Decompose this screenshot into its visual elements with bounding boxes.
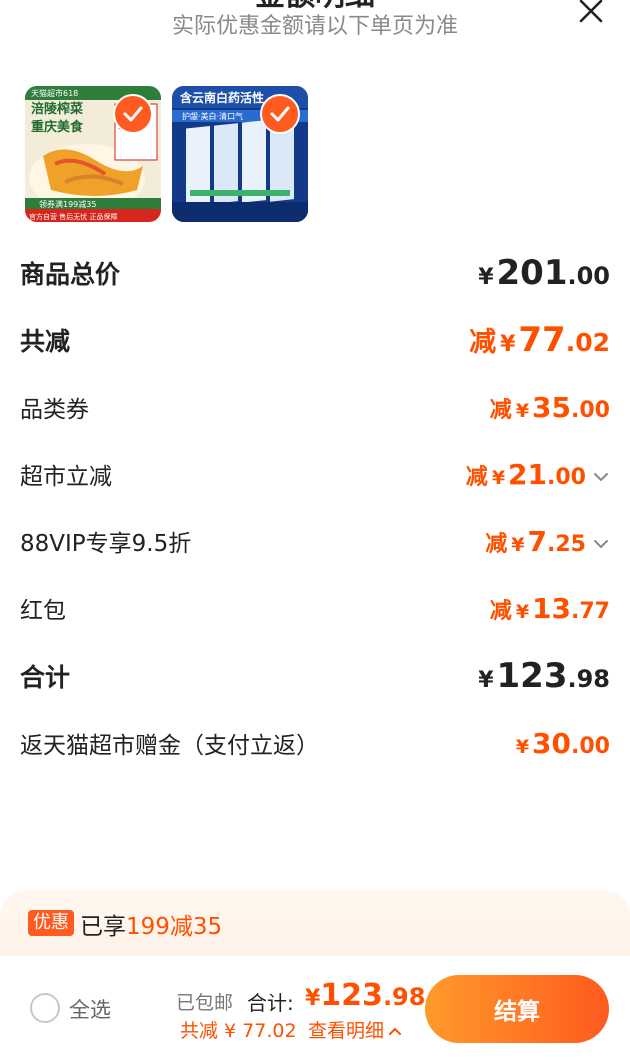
check-icon xyxy=(113,94,153,134)
pickle-title-2: 重庆美食 xyxy=(31,119,84,135)
currency-symbol: ¥ xyxy=(515,600,530,623)
total-reduce-label: 共减 xyxy=(20,327,71,356)
promo-highlight: 199减35 xyxy=(126,914,223,940)
reduce-prefix: 减 xyxy=(489,397,512,423)
amount-integer: 35 xyxy=(532,390,572,424)
amount-decimal: .25 xyxy=(547,531,586,557)
amount-decimal: .00 xyxy=(567,262,610,290)
goods-total-amount: ¥ 201 .00 xyxy=(478,253,610,293)
promo-tag: 优惠 xyxy=(28,910,74,936)
select-all-label[interactable]: 全选 xyxy=(69,994,111,1024)
amount-integer: 123 xyxy=(496,656,568,696)
reduce-prefix: 减 xyxy=(469,327,497,358)
currency-symbol: ¥ xyxy=(511,533,525,556)
row-market-instant[interactable]: 超市立减 减 ¥ 21 .00 xyxy=(20,454,610,494)
promo-text: 已享199减35 xyxy=(80,907,222,941)
product-thumb-pickle[interactable]: 天猫超市618 涪陵榨菜 重庆美食 涪陵 领券满199减35 官方自营 售后无忧… xyxy=(25,86,161,222)
currency-symbol: ¥ xyxy=(500,332,516,357)
currency-symbol: ¥ xyxy=(515,735,530,758)
red-packet-label: 红包 xyxy=(20,598,66,624)
total-reduce-amount: 减 ¥ 77 .02 xyxy=(469,320,610,360)
page-subtitle: 实际优惠金额请以下单页为准 xyxy=(171,14,458,39)
amount-decimal: .00 xyxy=(547,464,586,490)
row-category-coupon: 品类券 减 ¥ 35 .00 xyxy=(20,387,610,427)
cashback-amount: ¥ 30 .00 xyxy=(516,727,610,760)
currency-symbol: ¥ xyxy=(515,399,530,422)
pickle-coupon-text: 领券满199减35 xyxy=(39,199,96,209)
amount-decimal: .00 xyxy=(571,397,610,423)
row-total-reduce: 共减 减 ¥ 77 .02 xyxy=(20,320,610,360)
amount-integer: 13 xyxy=(532,591,572,625)
amount-decimal: .00 xyxy=(571,733,610,759)
reduce-prefix: 减 xyxy=(489,598,512,624)
chevron-up-icon xyxy=(389,1027,402,1035)
pickle-footer-text: 官方自营 售后无忧 正品保障 xyxy=(29,212,117,221)
amount-decimal: .77 xyxy=(571,598,610,624)
row-goods-total: 商品总价 ¥ 201 .00 xyxy=(20,253,610,293)
row-cashback: 返天猫超市赠金（支付立返） ¥ 30 .00 xyxy=(20,723,610,763)
amount-decimal: .98 xyxy=(382,983,426,1011)
vip-discount-amount: 减 ¥ 7 .25 xyxy=(485,525,610,558)
goods-total-label: 商品总价 xyxy=(20,260,121,289)
market-instant-label: 超市立减 xyxy=(20,464,112,490)
total-amount: ¥123.98 xyxy=(305,978,425,1013)
row-vip-discount[interactable]: 88VIP专享9.5折 减 ¥ 7 .25 xyxy=(20,521,610,561)
view-detail-label: 查看明细 xyxy=(308,1020,385,1042)
total-label: 合计: xyxy=(247,991,294,1015)
sum-label: 合计 xyxy=(20,663,71,692)
amount-integer: 201 xyxy=(496,253,568,293)
amount-integer: 123 xyxy=(320,978,383,1013)
reduce-prefix: 减 xyxy=(465,464,488,490)
product-thumbnails: 天猫超市618 涪陵榨菜 重庆美食 涪陵 领券满199减35 官方自营 售后无忧… xyxy=(25,86,308,222)
reduce-summary: 共减 ¥ 77.02 xyxy=(180,1020,297,1042)
sum-amount: ¥ 123 .98 xyxy=(478,656,610,696)
vip-discount-label: 88VIP专享9.5折 xyxy=(20,531,192,557)
category-coupon-label: 品类券 xyxy=(20,397,89,423)
currency-symbol: ¥ xyxy=(478,265,494,290)
row-red-packet: 红包 减 ¥ 13 .77 xyxy=(20,588,610,628)
product-thumb-toothpaste[interactable]: 含云南白药活性 护龈·美白·清口气 xyxy=(172,86,308,222)
amount-integer: 21 xyxy=(508,457,548,491)
reduce-prefix: 减 xyxy=(485,531,508,557)
shipping-label: 已包邮 xyxy=(176,992,234,1014)
cashback-label: 返天猫超市赠金（支付立返） xyxy=(20,733,319,759)
amount-decimal: .98 xyxy=(567,665,610,693)
chevron-down-icon[interactable] xyxy=(592,537,610,551)
amount-integer: 77 xyxy=(518,320,566,360)
category-coupon-amount: 减 ¥ 35 .00 xyxy=(490,391,610,424)
check-icon xyxy=(260,94,300,134)
amount-decimal: .02 xyxy=(565,328,610,357)
select-all-checkbox[interactable] xyxy=(30,993,60,1023)
toothpaste-banner-text: 含云南白药活性 xyxy=(180,90,264,105)
currency-symbol: ¥ xyxy=(478,668,494,693)
pickle-banner-text: 天猫超市618 xyxy=(31,88,78,98)
promo-prefix: 已享 xyxy=(80,914,126,940)
amount-integer: 7 xyxy=(527,524,548,558)
currency-symbol: ¥ xyxy=(305,986,321,1011)
market-instant-amount: 减 ¥ 21 .00 xyxy=(466,458,610,491)
view-detail-link[interactable]: 查看明细 xyxy=(308,1016,403,1043)
row-sum: 合计 ¥ 123 .98 xyxy=(20,656,610,696)
toothpaste-tagline-text: 护龈·美白·清口气 xyxy=(182,111,243,121)
pickle-title-1: 涪陵榨菜 xyxy=(31,101,83,117)
red-packet-amount: 减 ¥ 13 .77 xyxy=(490,592,610,625)
bottom-bar: 全选 已包邮 合计: ¥123.98 共减 ¥ 77.02 查看明细 结算 xyxy=(0,956,630,1062)
currency-symbol: ¥ xyxy=(491,466,506,489)
close-icon[interactable] xyxy=(574,0,608,28)
amount-integer: 30 xyxy=(532,726,572,760)
checkout-button[interactable]: 结算 xyxy=(425,975,609,1043)
chevron-down-icon[interactable] xyxy=(592,470,610,484)
